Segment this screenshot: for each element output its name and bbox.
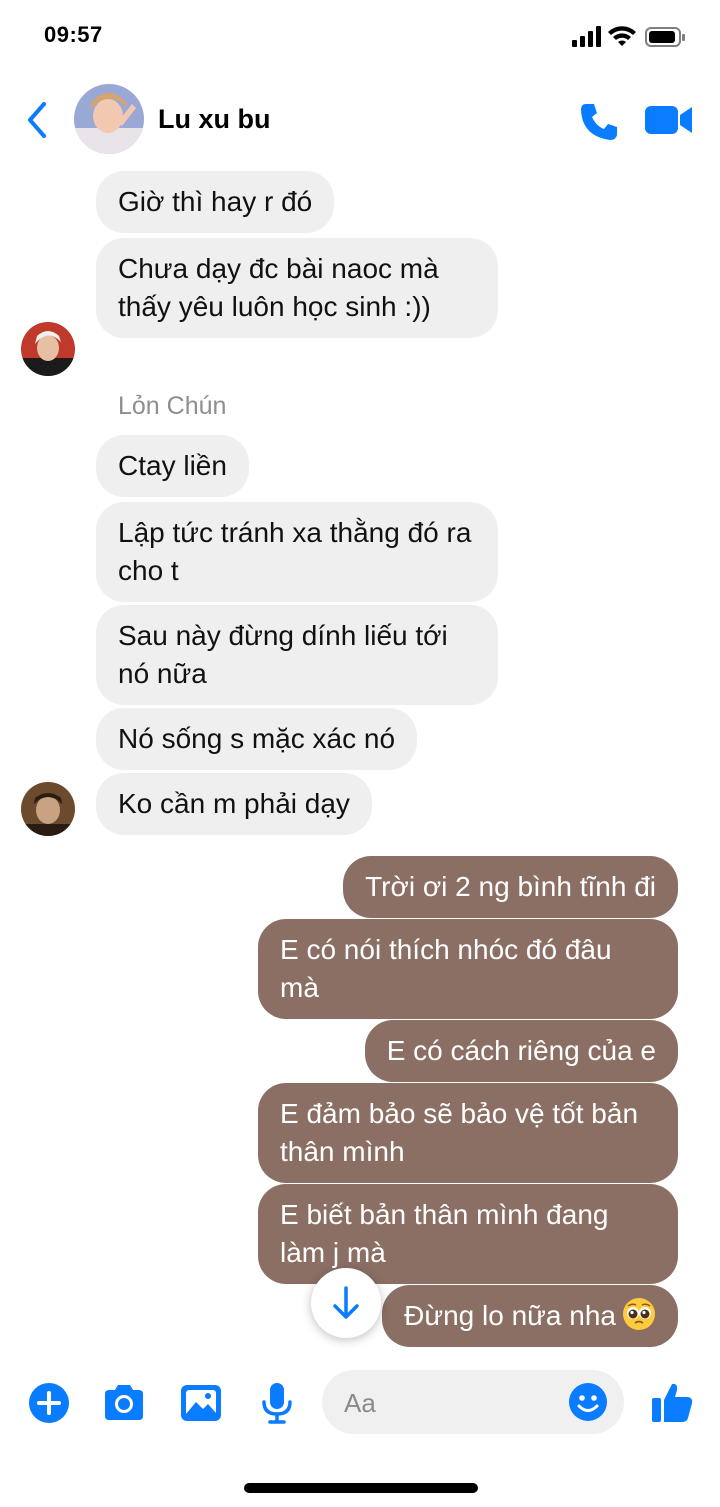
image-icon[interactable] — [178, 1380, 224, 1426]
arrow-down-icon — [333, 1286, 359, 1319]
contact-avatar[interactable] — [74, 84, 144, 154]
message-bubble-incoming[interactable]: Sau này đừng dính liếu tới nó nữa — [96, 605, 498, 705]
message-input-placeholder: Aa — [344, 1388, 376, 1418]
thumbs-up-icon[interactable] — [650, 1380, 694, 1424]
sender-avatar[interactable] — [21, 322, 75, 376]
smile-icon[interactable] — [568, 1382, 608, 1422]
wifi-icon — [608, 26, 636, 46]
message-bubble-outgoing[interactable]: E đảm bảo sẽ bảo vệ tốt bản thân mình — [258, 1083, 678, 1183]
message-bubble-outgoing[interactable]: E có nói thích nhóc đó đâu mà — [258, 919, 678, 1019]
plus-icon[interactable] — [26, 1380, 72, 1426]
battery-icon — [645, 27, 685, 47]
message-bubble-incoming[interactable]: Giờ thì hay r đó — [96, 171, 335, 233]
message-bubble-outgoing[interactable]: Trời ơi 2 ng bình tĩnh đi — [343, 856, 678, 918]
signal-icon — [572, 26, 601, 47]
message-bubble-incoming[interactable]: Chưa dạy đc bài naoc mà thấy yêu luôn họ… — [96, 238, 498, 338]
scroll-to-bottom-button[interactable] — [311, 1268, 381, 1338]
camera-icon[interactable] — [101, 1380, 147, 1426]
message-bubble-incoming[interactable]: Nó sống s mặc xác nó — [96, 708, 418, 770]
pleading-face-emoji — [623, 1298, 655, 1330]
message-bubble-outgoing[interactable]: E có cách riêng của e — [364, 1020, 678, 1082]
message-text: Đừng lo nữa nha — [404, 1300, 616, 1331]
sender-name: Lỏn Chún — [118, 392, 227, 420]
message-bubble-incoming[interactable]: Ko cần m phải dạy — [96, 773, 372, 835]
phone-icon[interactable] — [578, 100, 620, 142]
microphone-icon[interactable] — [254, 1380, 300, 1426]
message-bubble-incoming[interactable]: Ctay liền — [96, 435, 249, 497]
contact-name[interactable]: Lu xu bu — [158, 104, 270, 135]
sender-avatar[interactable] — [21, 782, 75, 836]
back-chevron-icon[interactable] — [20, 100, 56, 140]
status-time: 09:57 — [44, 22, 103, 47]
message-bubble-incoming[interactable]: Lập tức tránh xa thằng đó ra cho t — [96, 502, 498, 602]
message-input[interactable]: Aa — [322, 1370, 624, 1434]
home-indicator — [244, 1483, 478, 1493]
message-bubble-outgoing[interactable]: Đừng lo nữa nha — [382, 1285, 678, 1347]
video-camera-icon[interactable] — [644, 102, 694, 138]
status-icons — [572, 26, 685, 47]
